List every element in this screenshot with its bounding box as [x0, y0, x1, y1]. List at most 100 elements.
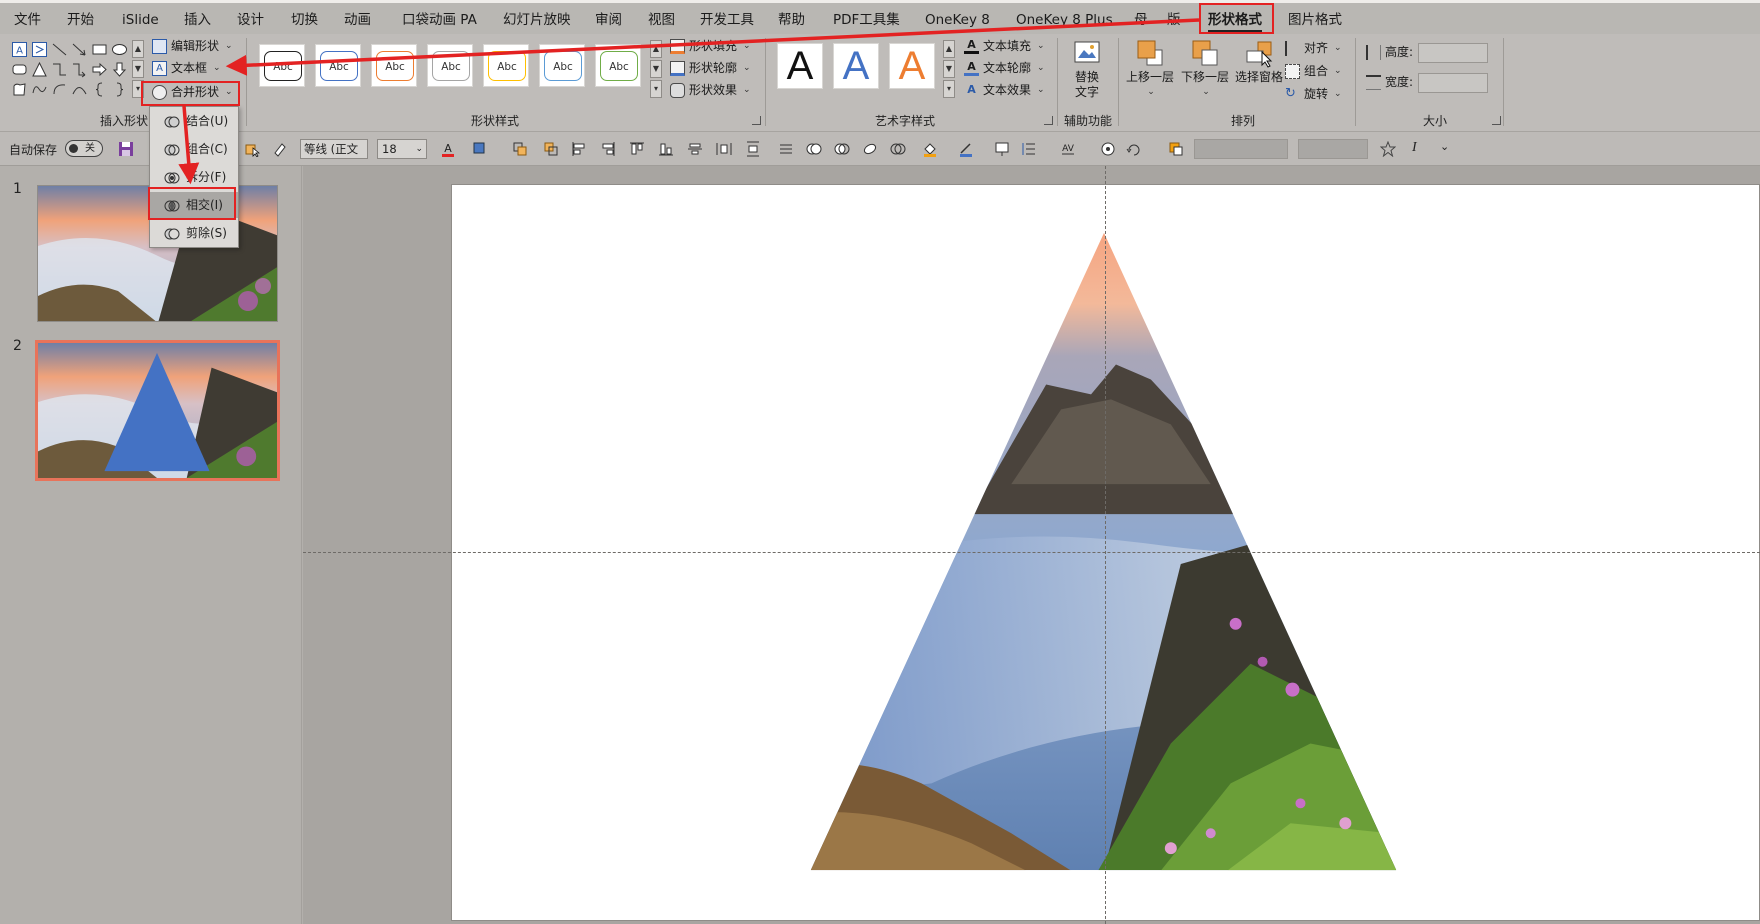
tab-home[interactable]: 开始 [67, 7, 94, 33]
line-shape-icon[interactable] [51, 41, 68, 58]
merge-shapes-button[interactable]: 合并形状 ⌄ [152, 82, 233, 102]
shape-style-2[interactable]: Abc [315, 44, 361, 87]
align-right-icon[interactable] [600, 141, 616, 157]
transform-icon[interactable] [1100, 141, 1116, 157]
font-name-select[interactable]: 等线 (正文 [300, 139, 368, 159]
right-brace-shape-icon[interactable] [111, 81, 128, 98]
shape-outline-orange-icon[interactable] [1168, 141, 1184, 157]
shape-fill-quick-icon[interactable] [472, 141, 488, 157]
shape-effects-button[interactable]: 形状效果 ⌄ [670, 80, 751, 100]
tab-onekey8-plus[interactable]: OneKey 8 Plus [1016, 7, 1113, 33]
shape-outline-button[interactable]: 形状轮廓 ⌄ [670, 58, 751, 78]
shape-style-3[interactable]: Abc [371, 44, 417, 87]
oval-shape-icon[interactable] [111, 41, 128, 58]
align-middle-icon[interactable] [687, 141, 703, 157]
width-quick-field[interactable] [1298, 139, 1368, 159]
picture-icon[interactable] [994, 141, 1010, 157]
send-backward-button[interactable]: 下移一层 ⌄ [1178, 38, 1232, 100]
elbow-arrow-shape-icon[interactable] [71, 61, 88, 78]
alt-text-button[interactable]: 替换 文字 [1067, 38, 1107, 100]
merge-combine-icon[interactable] [834, 141, 850, 157]
shape-style-6[interactable]: Abc [539, 44, 585, 87]
shape-fill-button[interactable]: 形状填充 ⌄ [670, 36, 751, 56]
spacing-icon[interactable] [778, 141, 794, 157]
tab-transitions[interactable]: 切换 [291, 7, 318, 33]
menu-item-subtract[interactable]: 剪除(S) [150, 220, 238, 246]
tab-pocket-animation[interactable]: 口袋动画 PA [402, 7, 477, 33]
styles-scroll-up-icon[interactable]: ▲ [650, 40, 662, 58]
wordart-style-1[interactable]: A [777, 43, 823, 89]
selection-pane-button[interactable]: 选择窗格 [1232, 38, 1286, 85]
text-box-button[interactable]: A 文本框 ⌄ [152, 58, 221, 78]
styles-more-icon[interactable]: ▾ [650, 80, 662, 98]
rectangle-shape-icon[interactable] [91, 41, 108, 58]
tab-review[interactable]: 审阅 [595, 7, 622, 33]
format-painter-icon[interactable] [272, 141, 288, 157]
arrow-line-shape-icon[interactable] [71, 41, 88, 58]
wordart-more-icon[interactable]: ▾ [943, 80, 955, 98]
menu-item-fragment[interactable]: 拆分(F) [150, 164, 238, 190]
horizontal-guide-line[interactable] [303, 552, 1760, 553]
shape-style-5[interactable]: Abc [483, 44, 529, 87]
tab-shape-format[interactable]: 形状格式 [1208, 7, 1262, 33]
align-top-icon[interactable] [629, 141, 645, 157]
rotate-button[interactable]: ↻ 旋转 ⌄ [1285, 84, 1342, 104]
tab-pdf-tools[interactable]: PDF工具集 [833, 7, 900, 33]
align-button[interactable]: 对齐 ⌄ [1285, 38, 1342, 58]
align-left-icon[interactable] [571, 141, 587, 157]
tab-slideshow[interactable]: 幻灯片放映 [503, 7, 571, 33]
distribute-horizontal-icon[interactable] [716, 141, 732, 157]
shapes-scroll-down-icon[interactable]: ▼ [132, 60, 144, 78]
text-fill-button[interactable]: A 文本填充 ⌄ [964, 36, 1045, 56]
save-icon[interactable] [118, 141, 134, 157]
merge-intersect-icon[interactable] [890, 141, 906, 157]
customize-toolbar-icon[interactable]: ⌄ [1440, 140, 1449, 153]
wordart-style-3[interactable]: A [889, 43, 935, 89]
down-arrow-shape-icon[interactable] [111, 61, 128, 78]
arc-shape-icon[interactable] [51, 81, 68, 98]
tab-design[interactable]: 设计 [237, 7, 264, 33]
tab-master[interactable]: 母 [1134, 7, 1148, 33]
tab-view[interactable]: 视图 [648, 7, 675, 33]
group-button[interactable]: 组合 ⌄ [1285, 61, 1342, 81]
align-bottom-icon[interactable] [658, 141, 674, 157]
slide-thumbnail-2[interactable] [35, 340, 280, 481]
tab-picture-format[interactable]: 图片格式 [1288, 7, 1342, 33]
triangle-shape-icon[interactable] [31, 61, 48, 78]
edit-shape-button[interactable]: 编辑形状 ⌄ [152, 36, 233, 56]
menu-item-intersect[interactable]: 相交(I) [150, 192, 238, 218]
shape-select-icon[interactable] [244, 141, 261, 158]
fill-color-icon[interactable] [922, 141, 938, 157]
shape-style-7[interactable]: Abc [595, 44, 641, 87]
tab-onekey8[interactable]: OneKey 8 [925, 7, 990, 33]
shape-outline-quick-icon[interactable] [512, 141, 528, 157]
freeform-shape-icon[interactable] [11, 81, 28, 98]
text-effects-button[interactable]: A 文本效果 ⌄ [964, 80, 1044, 100]
tab-file[interactable]: 文件 [14, 7, 41, 33]
tab-animations[interactable]: 动画 [344, 7, 371, 33]
elbow-connector-shape-icon[interactable] [51, 61, 68, 78]
shape-style-4[interactable]: Abc [427, 44, 473, 87]
tab-islide[interactable]: iSlide [122, 7, 159, 33]
textbox-shape-icon[interactable]: A [11, 41, 28, 58]
wordart-scroll-up-icon[interactable]: ▲ [943, 40, 955, 58]
distribute-vertical-icon[interactable] [745, 141, 761, 157]
tab-edition[interactable]: 版 [1167, 7, 1181, 33]
merge-fragment-icon[interactable] [862, 141, 878, 157]
line-color-icon[interactable] [958, 141, 974, 157]
arrange-quick-icon[interactable] [543, 141, 559, 157]
styles-scroll-down-icon[interactable]: ▼ [650, 60, 662, 78]
autosave-toggle[interactable]: 关 [65, 140, 103, 157]
rounded-rectangle-shape-icon[interactable] [11, 61, 28, 78]
vertical-guide-line[interactable] [1105, 166, 1106, 924]
character-spacing-icon[interactable]: AV [1060, 141, 1076, 157]
height-quick-field[interactable] [1194, 139, 1288, 159]
vertical-textbox-shape-icon[interactable] [31, 41, 48, 58]
rotate-quick-icon[interactable] [1126, 141, 1142, 157]
merge-union-icon[interactable] [806, 141, 822, 157]
font-size-select[interactable]: 18 ⌄ [377, 139, 427, 159]
tab-insert[interactable]: 插入 [184, 7, 211, 33]
shapes-scroll-up-icon[interactable]: ▲ [132, 40, 144, 58]
font-color-icon[interactable]: A [440, 141, 456, 157]
italic-icon[interactable]: I [1412, 140, 1417, 156]
